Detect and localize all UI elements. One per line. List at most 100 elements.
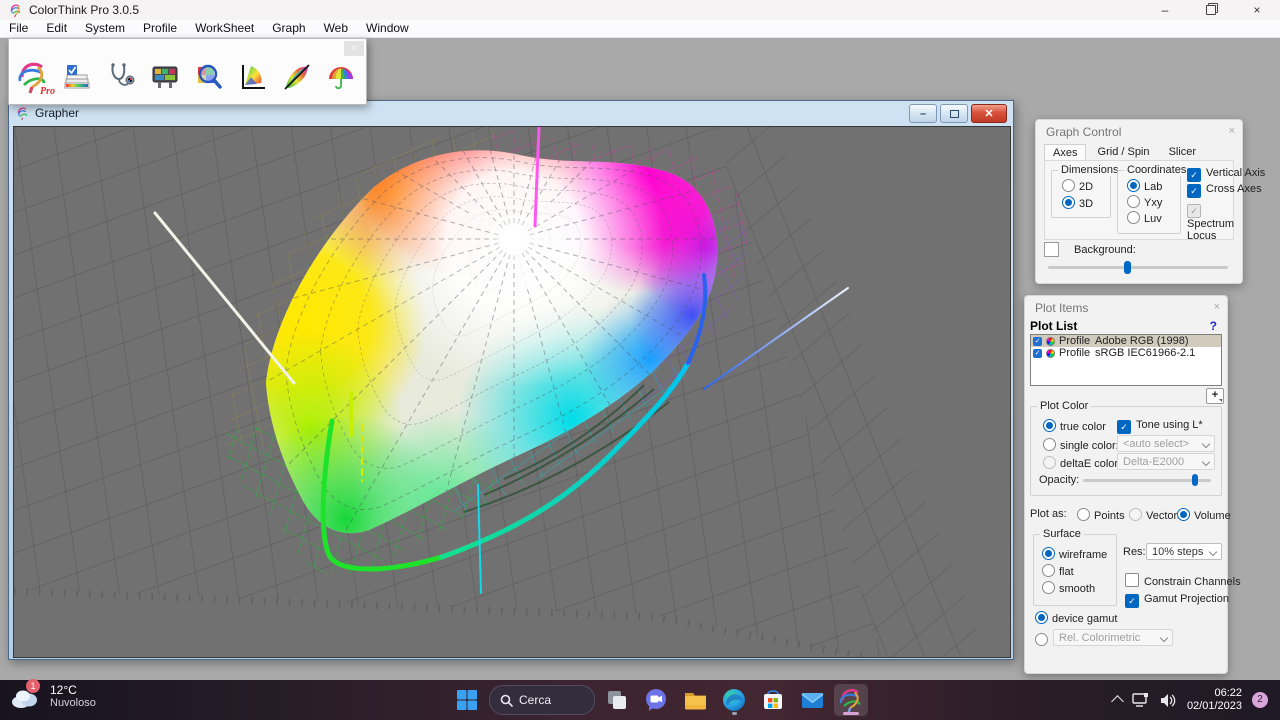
dimensions-group: Dimensions 2D 3D — [1051, 164, 1122, 218]
vectors-radio[interactable]: Vectors — [1129, 508, 1183, 522]
background-slider-thumb[interactable] — [1123, 261, 1131, 274]
rendering-intent-dropdown[interactable]: Rel. Colorimetric — [1053, 629, 1173, 646]
plot-items-title: Plot Items — [1035, 301, 1089, 315]
mail-button[interactable] — [795, 684, 829, 716]
menu-edit[interactable]: Edit — [37, 20, 76, 37]
deltae-dropdown[interactable]: Delta-E2000 — [1117, 453, 1215, 470]
plot-list-row[interactable]: Profile sRGB IEC61966-2.1 — [1031, 347, 1221, 359]
menu-system[interactable]: System — [76, 20, 134, 37]
restore-button[interactable] — [1188, 0, 1234, 20]
smooth-radio[interactable]: smooth — [1042, 581, 1095, 595]
clock[interactable]: 06:22 02/01/2023 — [1187, 687, 1242, 713]
row-type: Profile — [1059, 335, 1091, 347]
add-profile-button[interactable]: + — [1206, 388, 1224, 404]
menu-window[interactable]: Window — [357, 20, 418, 37]
active-app-indicator — [843, 712, 859, 715]
search-box[interactable]: Cerca — [489, 685, 595, 715]
deltae-color-radio[interactable]: deltaE color: — [1043, 456, 1121, 470]
row-name: Adobe RGB (1998) — [1095, 335, 1189, 347]
single-color-dropdown[interactable]: <auto select> — [1117, 435, 1215, 452]
profile-wheel-icon — [1046, 336, 1055, 346]
weather-widget[interactable]: 1 12°C Nuvoloso — [10, 679, 96, 709]
background-color-swatch[interactable] — [1044, 242, 1059, 257]
gamut-3d-view[interactable] — [13, 125, 1010, 661]
chat-button[interactable] — [639, 684, 673, 716]
flat-radio[interactable]: flat — [1042, 564, 1074, 578]
colorthink-taskbar-button[interactable] — [834, 684, 868, 716]
grapher-title: Grapher — [35, 106, 80, 120]
plot-items-close-icon[interactable]: × — [1214, 301, 1220, 313]
edge-button[interactable] — [717, 684, 751, 716]
image-viewer-icon[interactable] — [145, 57, 185, 97]
plot-list-row[interactable]: Profile Adobe RGB (1998) — [1031, 335, 1221, 347]
gamut-projection-checkbox[interactable]: Gamut Projection — [1125, 593, 1229, 608]
opacity-slider-thumb[interactable] — [1191, 474, 1198, 486]
grapher-minimize-button[interactable]: – — [909, 104, 937, 123]
spectral-palette-icon[interactable] — [321, 57, 361, 97]
color-inspector-icon[interactable] — [189, 57, 229, 97]
radio-yxy[interactable]: Yxy — [1127, 195, 1162, 209]
tone-using-l-checkbox[interactable]: Tone using L* — [1117, 419, 1203, 434]
tab-grid-spin[interactable]: Grid / Spin — [1090, 144, 1158, 161]
points-radio[interactable]: Points — [1077, 508, 1125, 522]
weather-temp: 12°C — [50, 683, 77, 697]
toolbar-close-icon[interactable]: × — [344, 41, 364, 56]
rendering-intent-radio[interactable] — [1035, 633, 1052, 647]
radio-3d[interactable]: 3D — [1062, 196, 1093, 210]
help-icon[interactable]: ? — [1210, 319, 1217, 333]
constrain-channels-checkbox[interactable]: Constrain Channels — [1125, 573, 1241, 588]
volume-icon[interactable] — [1160, 693, 1177, 708]
chromaticity-2d-icon[interactable] — [233, 57, 273, 97]
volume-radio[interactable]: Volume — [1177, 508, 1231, 522]
store-button[interactable] — [756, 684, 790, 716]
menu-profile[interactable]: Profile — [134, 20, 186, 37]
true-color-radio[interactable]: true color — [1043, 419, 1106, 433]
stethoscope-glyph — [111, 63, 135, 86]
grapher-maximize-button[interactable] — [940, 104, 968, 123]
profile-stack-icon[interactable] — [57, 57, 97, 97]
spectrum-locus-checkbox[interactable]: Spectrum Locus — [1187, 203, 1234, 242]
plot-list[interactable]: Profile Adobe RGB (1998) Profile sRGB IE… — [1030, 334, 1222, 386]
menu-worksheet[interactable]: WorkSheet — [186, 20, 263, 37]
notification-badge[interactable]: 2 — [1252, 692, 1268, 708]
menu-graph[interactable]: Graph — [263, 20, 314, 37]
menu-file[interactable]: File — [0, 20, 37, 37]
graph-control-title: Graph Control — [1046, 125, 1122, 139]
opacity-slider[interactable] — [1083, 474, 1211, 486]
gamut-3d-canvas[interactable] — [13, 125, 1011, 661]
network-icon[interactable] — [1132, 692, 1150, 708]
vertical-axis-checkbox[interactable]: Vertical Axis — [1187, 167, 1265, 182]
radio-luv[interactable]: Luv — [1127, 211, 1162, 225]
close-button[interactable]: × — [1234, 0, 1280, 20]
task-view-button[interactable] — [600, 684, 634, 716]
radio-lab[interactable]: Lab — [1127, 179, 1162, 193]
grapher-close-button[interactable]: ✕ — [971, 104, 1007, 123]
start-button[interactable] — [450, 684, 484, 716]
single-color-radio[interactable]: single color: — [1043, 438, 1119, 452]
graph-control-close-icon[interactable]: × — [1229, 125, 1235, 137]
wireframe-radio[interactable]: wireframe — [1042, 547, 1107, 561]
row-checkbox[interactable] — [1033, 336, 1042, 346]
file-explorer-button[interactable] — [678, 684, 712, 716]
umbrella-glyph — [329, 67, 353, 90]
minimize-button[interactable]: – — [1142, 0, 1188, 20]
tray-chevron-icon[interactable] — [1111, 695, 1124, 708]
device-gamut-radio[interactable]: device gamut — [1035, 611, 1117, 625]
colorthink-brain-icon[interactable]: Pro — [13, 57, 55, 97]
store-icon — [764, 690, 782, 709]
background-slider[interactable] — [1048, 261, 1228, 274]
radio-2d[interactable]: 2D — [1062, 179, 1093, 193]
tab-slicer[interactable]: Slicer — [1161, 144, 1205, 161]
cross-axes-checkbox[interactable]: Cross Axes — [1187, 183, 1262, 198]
pro-label: Pro — [40, 86, 55, 97]
edge-icon — [723, 689, 745, 711]
menu-web[interactable]: Web — [315, 20, 357, 37]
chromaticity-glyph — [242, 65, 265, 89]
res-dropdown[interactable]: 10% steps — [1146, 543, 1222, 560]
grapher-3d-icon[interactable] — [277, 57, 317, 97]
tray-date: 02/01/2023 — [1186, 700, 1242, 712]
taskbar: 1 12°C Nuvoloso Cerca 06:22 02/01/2023 2 — [0, 679, 1280, 720]
row-checkbox[interactable] — [1033, 348, 1042, 358]
row-type: Profile — [1059, 347, 1091, 359]
profile-doctor-icon[interactable] — [101, 57, 141, 97]
